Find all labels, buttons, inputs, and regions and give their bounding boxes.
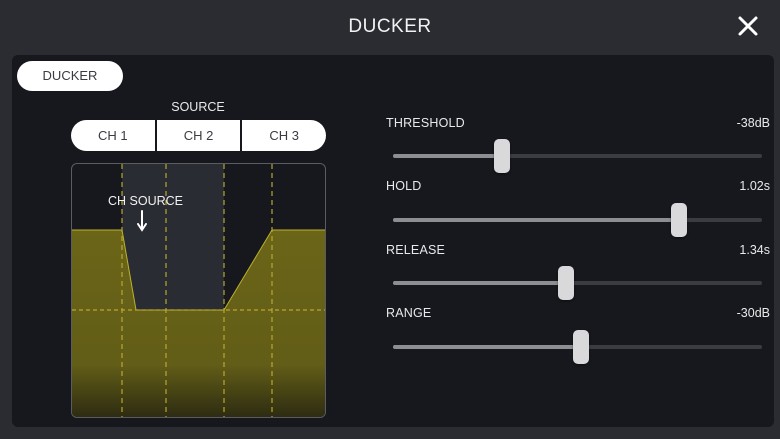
release-slider[interactable] [393, 266, 762, 300]
slider-thumb[interactable] [670, 203, 687, 237]
release-value: 1.34s [739, 243, 770, 257]
source-label: SOURCE [171, 100, 225, 114]
slider-fill [393, 154, 502, 158]
ch-source-label: CH SOURCE [108, 194, 184, 208]
source-selector: CH 1 CH 2 CH 3 [71, 120, 326, 151]
slider-fill [393, 218, 679, 222]
hold-value: 1.02s [739, 179, 770, 193]
hold-label: HOLD [386, 179, 422, 193]
hold-slider[interactable] [393, 203, 762, 237]
range-value: -30dB [736, 306, 770, 320]
release-label: RELEASE [386, 243, 446, 257]
close-button[interactable] [736, 14, 760, 38]
slider-thumb[interactable] [493, 139, 510, 173]
slider-fill [393, 345, 582, 349]
threshold-value: -38dB [736, 116, 770, 130]
source-ch3-button[interactable]: CH 3 [242, 120, 326, 151]
source-ch2-button[interactable]: CH 2 [157, 120, 243, 151]
down-arrow-icon [137, 210, 147, 232]
ducker-graph: CH SOURCE [71, 163, 326, 418]
slider-thumb[interactable] [558, 266, 575, 300]
title-bar: DUCKER [0, 0, 780, 55]
range-label: RANGE [386, 306, 432, 320]
source-ch1-button[interactable]: CH 1 [71, 120, 157, 151]
slider-thumb[interactable] [573, 330, 590, 364]
slider-fill [393, 281, 567, 285]
tab-ducker[interactable]: DUCKER [17, 61, 123, 91]
range-slider[interactable] [393, 330, 762, 364]
threshold-label: THRESHOLD [386, 116, 465, 130]
threshold-slider[interactable] [393, 139, 762, 173]
page-title: DUCKER [348, 16, 432, 37]
close-icon [738, 16, 758, 36]
ducker-panel: DUCKER SOURCE CH 1 CH 2 CH 3 CH SOURCE T… [12, 55, 774, 427]
